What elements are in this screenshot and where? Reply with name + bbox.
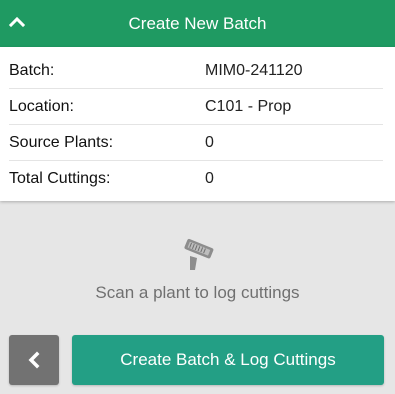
collapse-button[interactable] [6,11,28,33]
batch-details-card: Batch: MIM0-241120 Location: C101 - Prop… [0,47,395,201]
page-title: Create New Batch [128,13,267,33]
chevron-up-icon [9,16,25,28]
chevron-left-icon [28,351,40,369]
create-batch-button[interactable]: Create Batch & Log Cuttings [72,335,384,385]
batch-value: MIM0-241120 [205,61,303,79]
detail-row-total-cuttings: Total Cuttings: 0 [9,161,383,197]
detail-row-source-plants: Source Plants: 0 [9,125,383,161]
empty-state-message: Scan a plant to log cuttings [95,283,300,302]
detail-row-batch: Batch: MIM0-241120 [9,53,383,89]
location-label: Location: [9,97,74,115]
detail-row-location: Location: C101 - Prop [9,89,383,125]
location-value: C101 - Prop [205,97,292,115]
back-button[interactable] [9,335,59,385]
total-cuttings-label: Total Cuttings: [9,170,111,187]
empty-state: Scan a plant to log cuttings [0,201,395,321]
source-plants-value: 0 [205,133,214,151]
source-plants-label: Source Plants: [9,133,114,151]
header-bar: Create New Batch [0,0,395,47]
barcode-scanner-icon [183,238,213,270]
batch-label: Batch: [9,61,55,79]
total-cuttings-value: 0 [205,170,214,187]
